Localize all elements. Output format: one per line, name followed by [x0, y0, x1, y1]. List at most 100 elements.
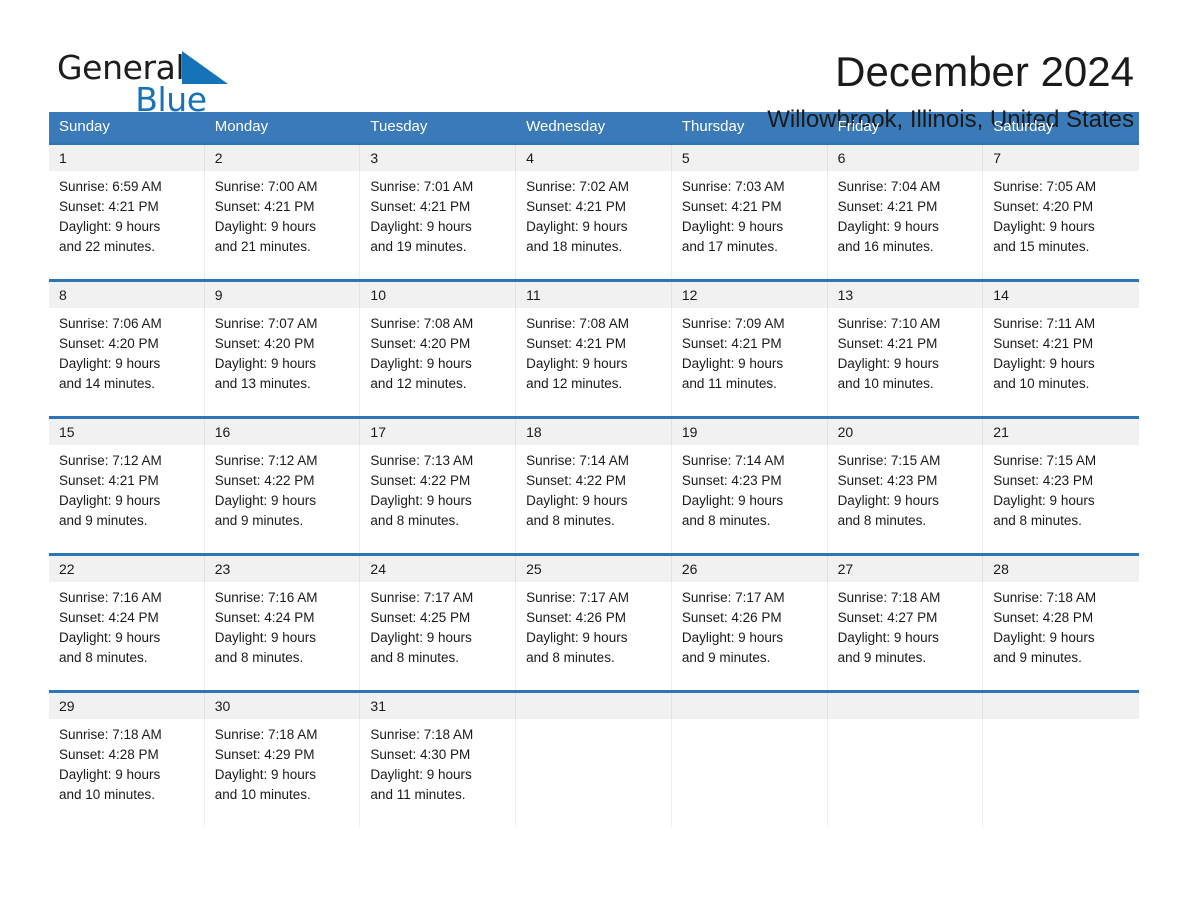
week-row: 1 2 3 4 5 6 7 Sunrise: 6:59 AM Sunset: 4… — [49, 142, 1139, 279]
day-number[interactable]: 2 — [205, 145, 361, 171]
day-number[interactable]: 21 — [983, 419, 1139, 445]
day-cell[interactable]: Sunrise: 7:15 AM Sunset: 4:23 PM Dayligh… — [828, 445, 984, 553]
logo-bottom-row: Blue — [71, 82, 271, 118]
week-detail-band: Sunrise: 7:16 AM Sunset: 4:24 PM Dayligh… — [49, 582, 1139, 690]
day-cell[interactable]: Sunrise: 7:15 AM Sunset: 4:23 PM Dayligh… — [983, 445, 1139, 553]
daylight-text-line1: Daylight: 9 hours — [59, 630, 161, 645]
day-number[interactable]: 27 — [828, 556, 984, 582]
daylight-text-line2: and 10 minutes. — [59, 787, 156, 802]
day-number-empty — [672, 693, 828, 719]
day-cell[interactable]: Sunrise: 7:18 AM Sunset: 4:27 PM Dayligh… — [828, 582, 984, 690]
sunset-text: Sunset: 4:21 PM — [59, 199, 159, 214]
daylight-text-line2: and 14 minutes. — [59, 376, 156, 391]
sunset-text: Sunset: 4:29 PM — [214, 747, 315, 762]
day-number[interactable]: 12 — [672, 282, 828, 308]
day-cell[interactable]: Sunrise: 7:12 AM Sunset: 4:21 PM Dayligh… — [49, 445, 205, 553]
day-number[interactable]: 16 — [205, 419, 361, 445]
day-number[interactable]: 19 — [672, 419, 828, 445]
day-cell[interactable]: Sunrise: 7:04 AM Sunset: 4:21 PM Dayligh… — [828, 171, 984, 279]
day-cell[interactable]: Sunrise: 7:01 AM Sunset: 4:21 PM Dayligh… — [360, 171, 517, 279]
daylight-text-line1: Daylight: 9 hours — [59, 493, 161, 508]
sunrise-text: Sunrise: 7:15 AM — [993, 453, 1097, 468]
day-cell[interactable]: Sunrise: 7:11 AM Sunset: 4:21 PM Dayligh… — [983, 308, 1139, 416]
day-number[interactable]: 23 — [205, 556, 361, 582]
day-cell[interactable]: Sunrise: 6:59 AM Sunset: 4:21 PM Dayligh… — [49, 171, 205, 279]
day-number[interactable]: 26 — [672, 556, 828, 582]
day-number[interactable]: 20 — [828, 419, 984, 445]
day-number[interactable]: 1 — [49, 145, 205, 171]
day-cell[interactable]: Sunrise: 7:10 AM Sunset: 4:21 PM Dayligh… — [828, 308, 984, 416]
day-cell[interactable]: Sunrise: 7:18 AM Sunset: 4:29 PM Dayligh… — [205, 719, 361, 827]
day-number[interactable]: 5 — [672, 145, 828, 171]
day-cell[interactable]: Sunrise: 7:18 AM Sunset: 4:28 PM Dayligh… — [983, 582, 1139, 690]
sunrise-text: Sunrise: 7:03 AM — [681, 179, 785, 194]
day-cell[interactable]: Sunrise: 7:02 AM Sunset: 4:21 PM Dayligh… — [516, 171, 672, 279]
daylight-text-line1: Daylight: 9 hours — [681, 493, 784, 508]
daylight-text-line2: and 8 minutes. — [370, 513, 459, 528]
sunset-text: Sunset: 4:25 PM — [370, 610, 471, 625]
day-number[interactable]: 25 — [516, 556, 672, 582]
day-cell-empty — [516, 719, 672, 827]
daylight-text-line2: and 11 minutes. — [681, 376, 777, 391]
calendar-page: General Blue December 2024 Willowbrook, … — [0, 0, 1188, 918]
day-cell[interactable]: Sunrise: 7:12 AM Sunset: 4:22 PM Dayligh… — [205, 445, 361, 553]
day-number[interactable]: 29 — [49, 693, 205, 719]
sunrise-text: Sunrise: 7:17 AM — [526, 590, 629, 605]
day-number[interactable]: 13 — [828, 282, 984, 308]
day-cell[interactable]: Sunrise: 7:14 AM Sunset: 4:23 PM Dayligh… — [672, 445, 828, 553]
day-cell[interactable]: Sunrise: 7:03 AM Sunset: 4:21 PM Dayligh… — [672, 171, 828, 279]
day-number[interactable]: 28 — [983, 556, 1139, 582]
sunset-text: Sunset: 4:23 PM — [837, 473, 938, 488]
sunrise-text: Sunrise: 7:16 AM — [59, 590, 162, 605]
day-cell[interactable]: Sunrise: 7:00 AM Sunset: 4:21 PM Dayligh… — [205, 171, 361, 279]
day-number[interactable]: 31 — [360, 693, 517, 719]
daylight-text-line2: and 12 minutes. — [526, 376, 623, 391]
day-cell[interactable]: Sunrise: 7:18 AM Sunset: 4:28 PM Dayligh… — [49, 719, 205, 827]
day-number[interactable]: 6 — [828, 145, 984, 171]
daylight-text-line1: Daylight: 9 hours — [214, 493, 317, 508]
day-cell[interactable]: Sunrise: 7:18 AM Sunset: 4:30 PM Dayligh… — [360, 719, 517, 827]
day-number[interactable]: 8 — [49, 282, 205, 308]
daylight-text-line1: Daylight: 9 hours — [993, 219, 1095, 234]
sunset-text: Sunset: 4:21 PM — [837, 336, 938, 351]
week-daynumber-band: 15 16 17 18 19 20 21 — [49, 419, 1139, 445]
day-number[interactable]: 9 — [205, 282, 361, 308]
day-number[interactable]: 4 — [516, 145, 672, 171]
day-cell[interactable]: Sunrise: 7:08 AM Sunset: 4:21 PM Dayligh… — [516, 308, 672, 416]
day-cell[interactable]: Sunrise: 7:16 AM Sunset: 4:24 PM Dayligh… — [49, 582, 205, 690]
day-cell[interactable]: Sunrise: 7:05 AM Sunset: 4:20 PM Dayligh… — [983, 171, 1139, 279]
daylight-text-line2: and 8 minutes. — [681, 513, 771, 528]
sunset-text: Sunset: 4:22 PM — [370, 473, 471, 488]
day-number[interactable]: 15 — [49, 419, 205, 445]
daylight-text-line2: and 13 minutes. — [214, 376, 311, 391]
day-number-empty — [983, 693, 1139, 719]
day-cell[interactable]: Sunrise: 7:17 AM Sunset: 4:26 PM Dayligh… — [516, 582, 672, 690]
day-cell[interactable]: Sunrise: 7:17 AM Sunset: 4:26 PM Dayligh… — [672, 582, 828, 690]
day-number[interactable]: 17 — [360, 419, 517, 445]
day-number[interactable]: 3 — [360, 145, 517, 171]
sunset-text: Sunset: 4:23 PM — [993, 473, 1094, 488]
day-cell[interactable]: Sunrise: 7:08 AM Sunset: 4:20 PM Dayligh… — [360, 308, 517, 416]
day-number[interactable]: 11 — [516, 282, 672, 308]
day-cell[interactable]: Sunrise: 7:07 AM Sunset: 4:20 PM Dayligh… — [205, 308, 361, 416]
day-number[interactable]: 7 — [983, 145, 1139, 171]
sunset-text: Sunset: 4:23 PM — [681, 473, 782, 488]
week-detail-band: Sunrise: 7:12 AM Sunset: 4:21 PM Dayligh… — [49, 445, 1139, 553]
day-cell[interactable]: Sunrise: 7:17 AM Sunset: 4:25 PM Dayligh… — [360, 582, 517, 690]
daylight-text-line2: and 9 minutes. — [681, 650, 771, 665]
sunset-text: Sunset: 4:21 PM — [681, 199, 782, 214]
day-number[interactable]: 24 — [360, 556, 517, 582]
day-number[interactable]: 18 — [516, 419, 672, 445]
day-cell[interactable]: Sunrise: 7:13 AM Sunset: 4:22 PM Dayligh… — [360, 445, 517, 553]
day-number[interactable]: 14 — [983, 282, 1139, 308]
page-title: December 2024 — [835, 48, 1134, 95]
day-number[interactable]: 10 — [360, 282, 517, 308]
day-cell[interactable]: Sunrise: 7:06 AM Sunset: 4:20 PM Dayligh… — [49, 308, 205, 416]
day-cell[interactable]: Sunrise: 7:14 AM Sunset: 4:22 PM Dayligh… — [516, 445, 672, 553]
day-number[interactable]: 22 — [49, 556, 205, 582]
daylight-text-line2: and 21 minutes. — [214, 239, 311, 254]
day-cell[interactable]: Sunrise: 7:16 AM Sunset: 4:24 PM Dayligh… — [205, 582, 361, 690]
page-header: General Blue December 2024 Willowbrook, … — [49, 0, 1139, 133]
day-cell[interactable]: Sunrise: 7:09 AM Sunset: 4:21 PM Dayligh… — [672, 308, 828, 416]
day-number[interactable]: 30 — [205, 693, 361, 719]
